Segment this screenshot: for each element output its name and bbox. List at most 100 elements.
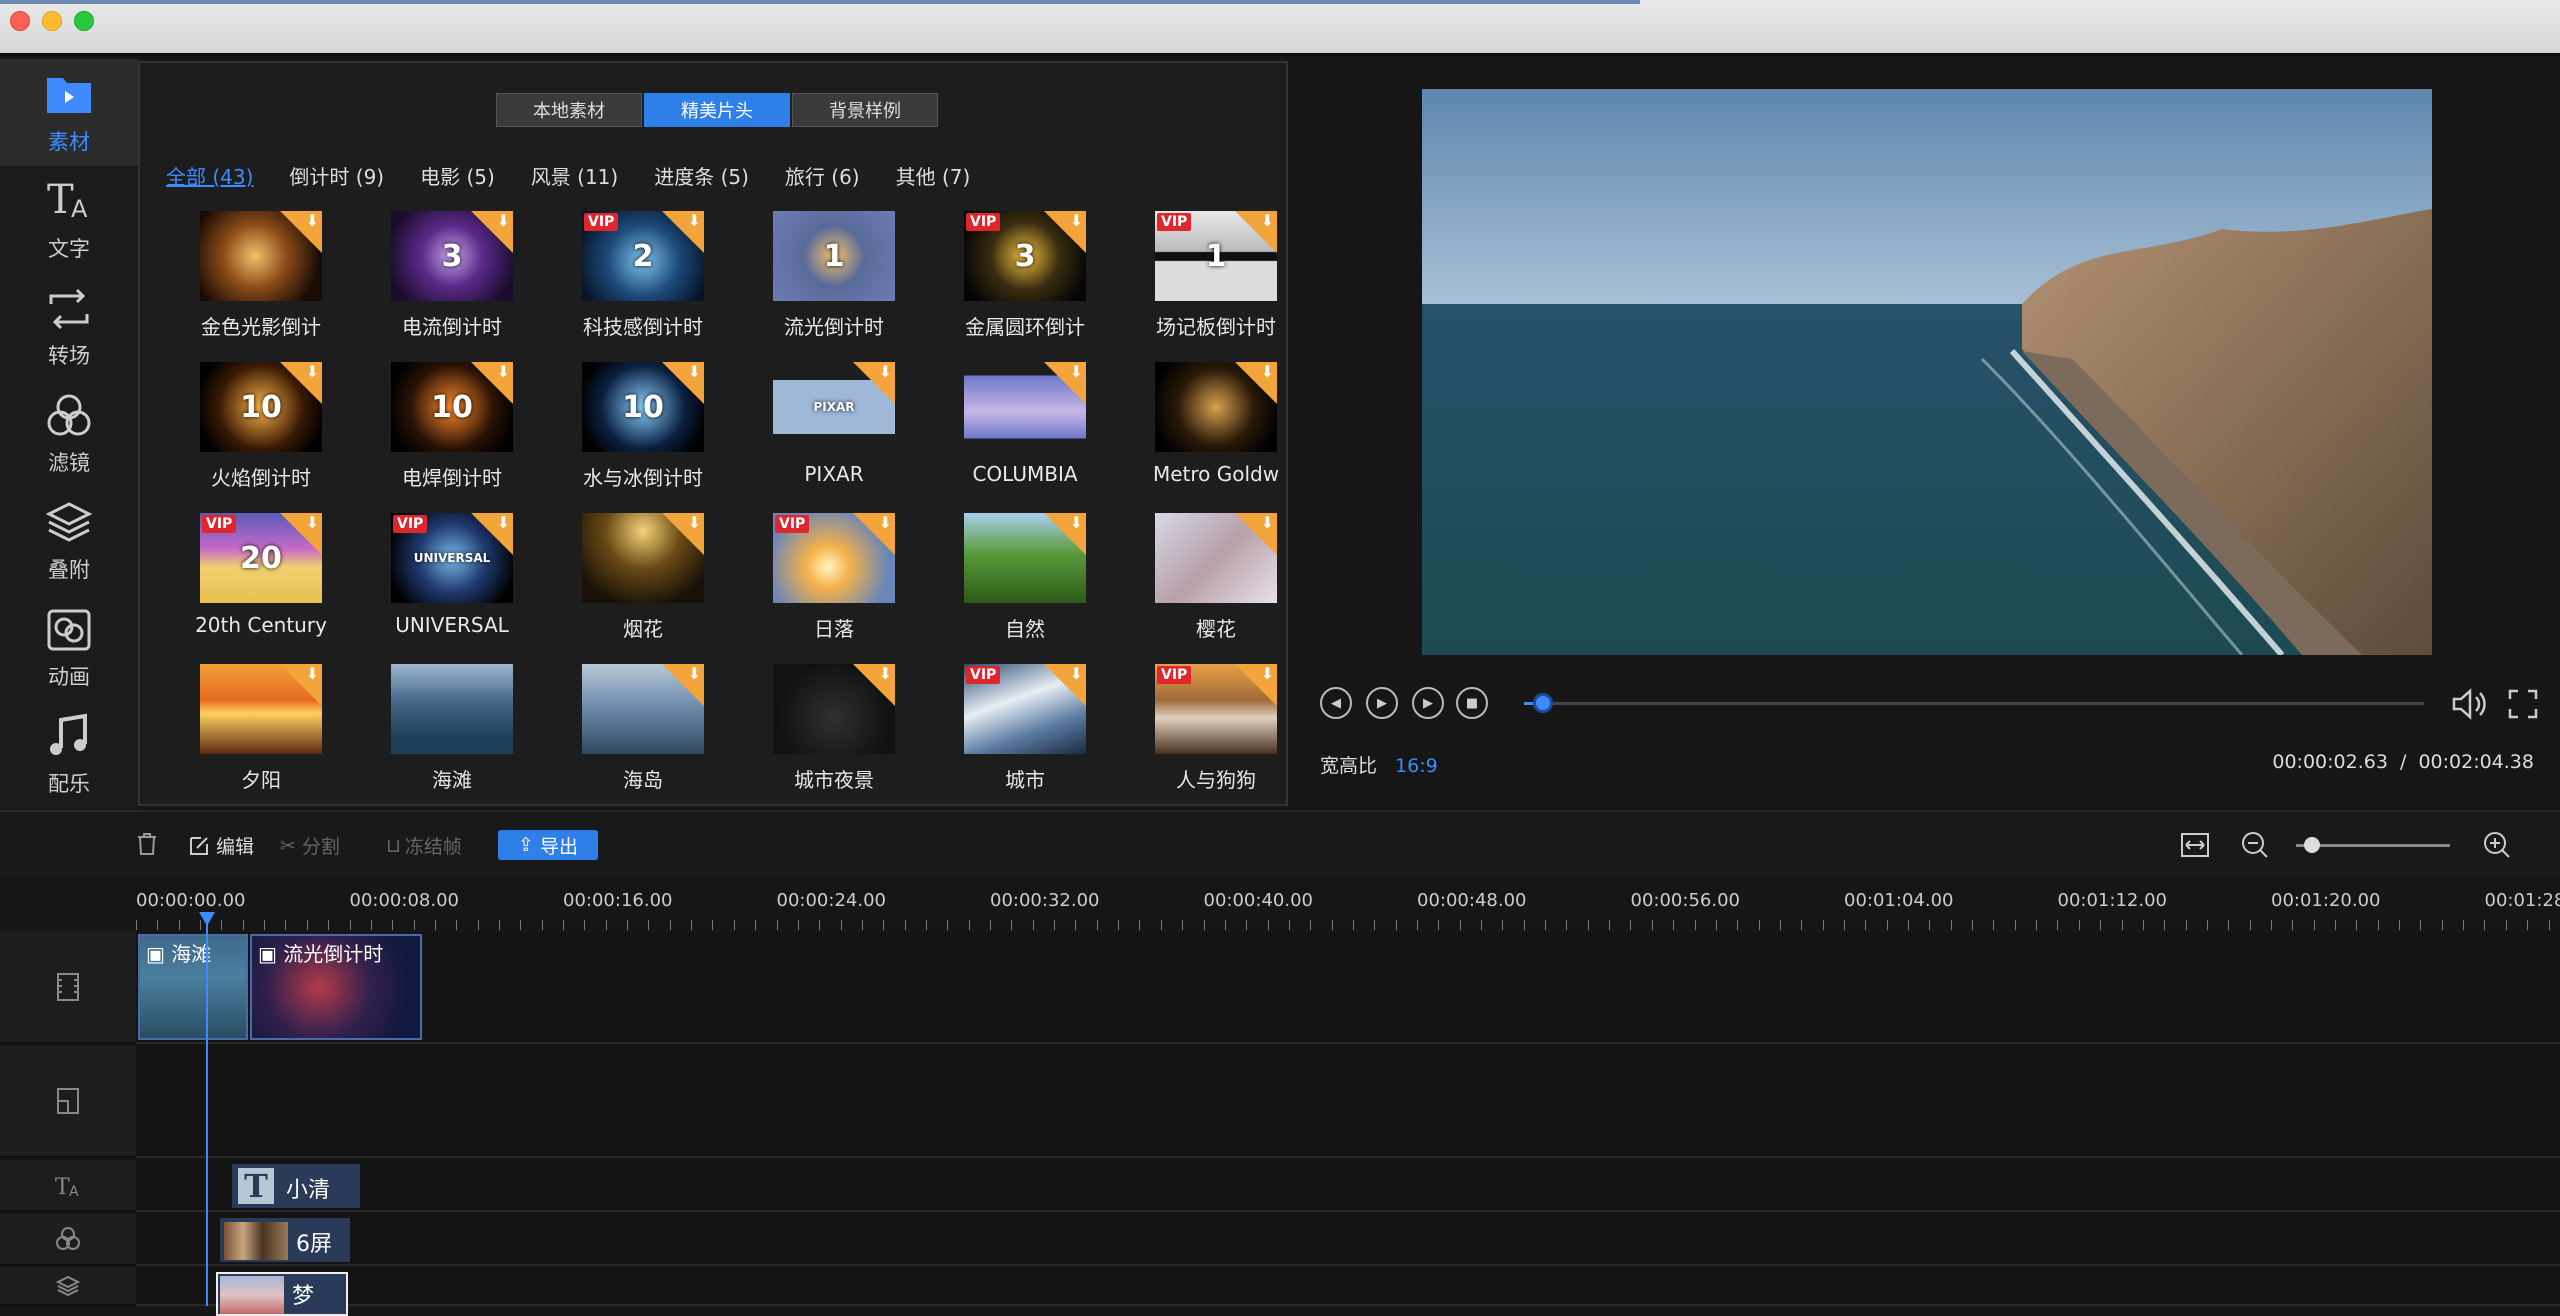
media-tile[interactable]: ⬇樱花 xyxy=(1119,513,1309,653)
video-track[interactable]: ▣ 海滩 ▣ 流光倒计时 xyxy=(136,932,2560,1044)
sidebar-item-overlay[interactable]: 叠附 xyxy=(0,487,138,594)
zoom-window-button[interactable] xyxy=(74,11,94,31)
next-frame-button[interactable]: ▶ xyxy=(1412,687,1444,719)
category-landscape[interactable]: 风景 (11) xyxy=(531,161,618,190)
media-tile[interactable]: 10⬇电焊倒计时 xyxy=(355,362,545,502)
sidebar-item-transition[interactable]: 转场 xyxy=(0,273,138,380)
tab-local-media[interactable]: 本地素材 xyxy=(496,93,642,127)
tab-intros[interactable]: 精美片头 xyxy=(644,93,790,127)
download-icon[interactable]: ⬇ xyxy=(688,515,701,531)
download-icon[interactable]: ⬇ xyxy=(306,364,319,380)
media-thumbnail[interactable]: ⬇ xyxy=(1155,362,1277,452)
download-icon[interactable]: ⬇ xyxy=(497,213,510,229)
media-thumbnail[interactable]: ⬇ xyxy=(582,664,704,754)
media-thumbnail[interactable]: 20⬇VIP xyxy=(200,513,322,603)
play-button[interactable]: ▶ xyxy=(1366,687,1398,719)
media-thumbnail[interactable]: ⬇ xyxy=(200,664,322,754)
media-tile[interactable]: 3⬇VIP金属圆环倒计 xyxy=(928,211,1118,351)
tab-background-samples[interactable]: 背景样例 xyxy=(792,93,938,127)
aspect-ratio-value[interactable]: 16:9 xyxy=(1395,755,1438,777)
media-tile[interactable]: 10⬇火焰倒计时 xyxy=(164,362,354,502)
media-tile[interactable]: ⬇Metro Goldw xyxy=(1119,362,1309,502)
freeze-frame-button[interactable]: ⊔ 冻结帧 xyxy=(386,832,462,859)
download-icon[interactable]: ⬇ xyxy=(879,666,892,682)
download-icon[interactable]: ⬇ xyxy=(1070,666,1083,682)
video-clip-light-countdown[interactable]: ▣ 流光倒计时 xyxy=(250,934,422,1040)
media-tile[interactable]: 1流光倒计时 xyxy=(737,211,927,351)
category-travel[interactable]: 旅行 (6) xyxy=(785,161,860,190)
filter-clip[interactable]: 6屏 xyxy=(220,1218,350,1262)
download-icon[interactable]: ⬇ xyxy=(688,666,701,682)
download-icon[interactable]: ⬇ xyxy=(497,515,510,531)
video-preview[interactable] xyxy=(1422,89,2432,655)
media-thumbnail[interactable]: UNIVERSAL⬇VIP xyxy=(391,513,513,603)
delete-button[interactable] xyxy=(136,832,158,856)
zoom-slider-handle[interactable] xyxy=(2304,837,2320,853)
media-tile[interactable]: 海滩 xyxy=(355,664,545,804)
category-countdown[interactable]: 倒计时 (9) xyxy=(289,161,384,190)
overlay-clip[interactable]: 梦 xyxy=(216,1272,348,1316)
media-thumbnail[interactable]: ⬇VIP xyxy=(773,513,895,603)
download-icon[interactable]: ⬇ xyxy=(306,213,319,229)
overlay-track[interactable]: 梦 xyxy=(136,1268,2560,1306)
category-movie[interactable]: 电影 (5) xyxy=(420,161,495,190)
media-thumbnail[interactable]: PIXAR⬇ xyxy=(773,362,895,452)
media-tile[interactable]: 1⬇VIP场记板倒计时 xyxy=(1119,211,1309,351)
download-icon[interactable]: ⬇ xyxy=(1261,213,1274,229)
download-icon[interactable]: ⬇ xyxy=(1261,666,1274,682)
download-icon[interactable]: ⬇ xyxy=(1070,515,1083,531)
media-thumbnail[interactable]: 10⬇ xyxy=(582,362,704,452)
media-tile[interactable]: ⬇VIP人与狗狗 xyxy=(1119,664,1309,804)
media-thumbnail[interactable]: ⬇VIP xyxy=(964,664,1086,754)
media-tile[interactable]: 10⬇水与冰倒计时 xyxy=(546,362,736,502)
media-thumbnail[interactable]: 1 xyxy=(773,211,895,301)
media-tile[interactable]: 3⬇电流倒计时 xyxy=(355,211,545,351)
media-tile[interactable]: UNIVERSAL⬇VIPUNIVERSAL xyxy=(355,513,545,653)
media-tile[interactable]: ⬇海岛 xyxy=(546,664,736,804)
media-thumbnail[interactable]: ⬇ xyxy=(200,211,322,301)
media-thumbnail[interactable]: 1⬇VIP xyxy=(1155,211,1277,301)
download-icon[interactable]: ⬇ xyxy=(497,364,510,380)
playhead[interactable] xyxy=(206,918,208,1306)
category-other[interactable]: 其他 (7) xyxy=(896,161,971,190)
zoom-in-icon[interactable] xyxy=(2482,830,2512,860)
media-thumbnail[interactable]: 3⬇ xyxy=(391,211,513,301)
download-icon[interactable]: ⬇ xyxy=(879,515,892,531)
close-window-button[interactable] xyxy=(10,11,30,31)
download-icon[interactable]: ⬇ xyxy=(1070,213,1083,229)
fit-timeline-icon[interactable] xyxy=(2180,830,2210,860)
download-icon[interactable]: ⬇ xyxy=(306,666,319,682)
download-icon[interactable]: ⬇ xyxy=(688,364,701,380)
download-icon[interactable]: ⬇ xyxy=(306,515,319,531)
stop-button[interactable]: ■ xyxy=(1456,687,1488,719)
media-tile[interactable]: ⬇烟花 xyxy=(546,513,736,653)
media-tile[interactable]: ⬇COLUMBIA xyxy=(928,362,1118,502)
media-thumbnail[interactable]: ⬇ xyxy=(964,362,1086,452)
media-thumbnail[interactable]: ⬇ xyxy=(964,513,1086,603)
media-tile[interactable]: ⬇VIP城市 xyxy=(928,664,1118,804)
timeline-ruler[interactable]: 00:00:00.0000:00:08.0000:00:16.0000:00:2… xyxy=(0,876,2560,932)
minimize-window-button[interactable] xyxy=(42,11,62,31)
category-progress[interactable]: 进度条 (5) xyxy=(654,161,749,190)
sidebar-item-animation[interactable]: 动画 xyxy=(0,594,138,701)
media-tile[interactable]: ⬇金色光影倒计 xyxy=(164,211,354,351)
export-button[interactable]: ⇪ 导出 xyxy=(498,830,598,860)
media-thumbnail[interactable]: ⬇ xyxy=(773,664,895,754)
media-thumbnail[interactable]: 10⬇ xyxy=(391,362,513,452)
filter-track[interactable]: 6屏 xyxy=(136,1214,2560,1266)
volume-icon[interactable] xyxy=(2450,687,2490,721)
download-icon[interactable]: ⬇ xyxy=(688,213,701,229)
sidebar-item-text[interactable]: TA 文字 xyxy=(0,166,138,273)
media-tile[interactable]: PIXAR⬇PIXAR xyxy=(737,362,927,502)
media-thumbnail[interactable]: 2⬇VIP xyxy=(582,211,704,301)
video-clip-beach[interactable]: ▣ 海滩 xyxy=(138,934,248,1040)
media-tile[interactable]: ⬇VIP日落 xyxy=(737,513,927,653)
media-thumbnail[interactable] xyxy=(391,664,513,754)
media-tile[interactable]: ⬇自然 xyxy=(928,513,1118,653)
media-thumbnail[interactable]: 10⬇ xyxy=(200,362,322,452)
sidebar-item-music[interactable]: 配乐 xyxy=(0,701,138,808)
fullscreen-icon[interactable] xyxy=(2506,687,2540,721)
pip-track[interactable] xyxy=(136,1046,2560,1158)
text-clip[interactable]: T 小清 xyxy=(232,1164,360,1208)
text-track[interactable]: T 小清 xyxy=(136,1160,2560,1212)
